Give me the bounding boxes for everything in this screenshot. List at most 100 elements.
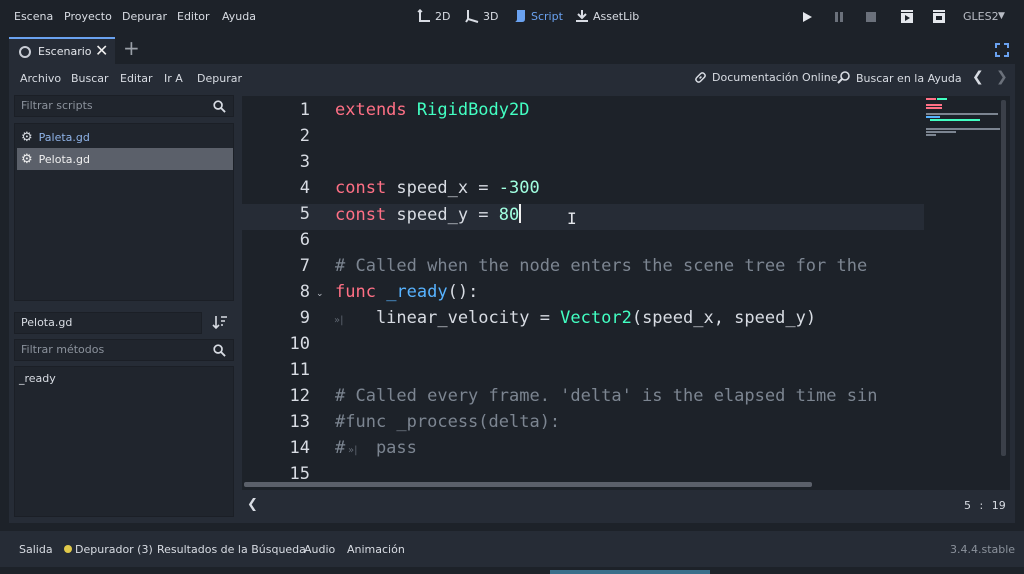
minimap[interactable] bbox=[924, 96, 1000, 156]
renderer-select[interactable]: GLES2 bbox=[963, 10, 999, 23]
chevron-down-icon[interactable]: ▼ bbox=[998, 11, 1005, 21]
play-scene-icon[interactable] bbox=[900, 10, 914, 24]
menu-escena[interactable]: Escena bbox=[14, 10, 53, 23]
workspace-3d-label: 3D bbox=[483, 9, 499, 23]
menu-depurar[interactable]: Depurar bbox=[122, 10, 167, 23]
code-editor[interactable]: 1 extends RigidBody2D 2 3 4 const speed_x = -… bbox=[242, 96, 1010, 490]
top-menu-bar: Escena Proyecto Depurar Editor Ayuda 2D … bbox=[0, 0, 1024, 34]
tab-audio[interactable]: Audio bbox=[304, 543, 335, 556]
bottom-panel: Salida Depurador (3) Resultados de la Bú… bbox=[0, 531, 1024, 567]
code-token: Vector2 bbox=[560, 308, 632, 328]
search-icon bbox=[213, 100, 226, 113]
menu-ayuda[interactable]: Ayuda bbox=[222, 10, 256, 23]
line-number: 5 bbox=[299, 204, 310, 224]
scene-tab-label: Escenario bbox=[38, 45, 92, 58]
code-token: # Called every frame. 'delta' is the ela… bbox=[335, 386, 878, 406]
code-token: (): bbox=[447, 282, 479, 302]
code-token: 80 bbox=[498, 205, 520, 225]
menu-archivo[interactable]: Archivo bbox=[20, 72, 61, 85]
line-number: 1 bbox=[299, 100, 310, 120]
horizontal-scrollbar[interactable] bbox=[244, 482, 812, 487]
cursor-line: 5 bbox=[964, 499, 971, 512]
menu-ir-a[interactable]: Ir A bbox=[164, 72, 183, 85]
code-token: #func _process(delta): bbox=[335, 412, 561, 432]
scene-tab[interactable]: Escenario ✕ bbox=[9, 37, 115, 64]
warning-dot-icon bbox=[64, 545, 72, 553]
line-number: 14 bbox=[289, 438, 310, 458]
fullscreen-icon[interactable] bbox=[995, 43, 1009, 57]
online-docs-button[interactable]: Documentación Online bbox=[694, 71, 838, 84]
search-help-label: Buscar en la Ayuda bbox=[856, 71, 962, 85]
workspace-script-label: Script bbox=[531, 9, 563, 23]
tab-animacion[interactable]: Animación bbox=[347, 543, 405, 556]
code-token: RigidBody2D bbox=[416, 100, 530, 120]
code-token: extends bbox=[335, 100, 417, 120]
workspace-assetlib-label: AssetLib bbox=[593, 9, 640, 23]
line-number: 4 bbox=[299, 178, 310, 198]
pause-icon[interactable] bbox=[832, 10, 846, 24]
mouse-ibeam-icon: I bbox=[567, 209, 577, 228]
workspace-assetlib-button[interactable]: AssetLib bbox=[575, 9, 639, 23]
workspace-3d-button[interactable]: 3D bbox=[465, 9, 498, 23]
method-filter-placeholder: Filtrar métodos bbox=[21, 343, 105, 356]
code-token: linear_velocity = bbox=[335, 308, 561, 328]
menu-proyecto[interactable]: Proyecto bbox=[64, 10, 112, 23]
tab-indent-icon: »| bbox=[348, 445, 358, 456]
code-line[interactable]: # Called when the node enters the scene … bbox=[335, 256, 867, 276]
script-item-label: Paleta.gd bbox=[38, 130, 90, 144]
cursor-separator: : bbox=[979, 499, 984, 512]
play-custom-scene-icon[interactable] bbox=[932, 10, 946, 24]
line-number: 7 bbox=[299, 256, 310, 276]
tab-indent-icon: »| bbox=[334, 315, 344, 326]
script-filter-placeholder: Filtrar scripts bbox=[21, 99, 93, 112]
tab-depurador[interactable]: Depurador (3) bbox=[75, 543, 153, 556]
line-number: 3 bbox=[299, 152, 310, 172]
download-icon bbox=[576, 10, 588, 22]
menu-buscar[interactable]: Buscar bbox=[71, 72, 109, 85]
stop-icon[interactable] bbox=[864, 10, 878, 24]
code-line[interactable]: const speed_x = -300 bbox=[335, 178, 540, 198]
line-number: 10 bbox=[289, 334, 310, 354]
line-number: 2 bbox=[299, 126, 310, 146]
add-tab-icon[interactable]: + bbox=[123, 36, 140, 60]
menu-editor[interactable]: Editor bbox=[177, 10, 210, 23]
search-help-button[interactable]: Buscar en la Ayuda bbox=[837, 71, 962, 85]
help-search-icon bbox=[837, 71, 850, 84]
script-filter-field[interactable]: Filtrar scripts bbox=[14, 95, 234, 117]
code-line[interactable]: const speed_y = 80 bbox=[335, 204, 522, 225]
workspace-script-button[interactable]: Script bbox=[513, 9, 563, 23]
code-token: const bbox=[335, 178, 387, 198]
code-line[interactable]: extends RigidBody2D bbox=[335, 100, 529, 120]
code-token: _ready bbox=[386, 282, 448, 302]
play-icon[interactable] bbox=[800, 10, 814, 24]
close-icon[interactable]: ✕ bbox=[95, 41, 108, 60]
line-number: 8 bbox=[299, 282, 310, 302]
code-line[interactable]: #func _process(delta): bbox=[335, 412, 560, 432]
vertical-scrollbar[interactable] bbox=[1001, 100, 1006, 456]
fold-arrow-icon[interactable]: ⌄ bbox=[316, 289, 324, 299]
current-script-label: Pelota.gd bbox=[21, 316, 73, 329]
history-forward-icon[interactable]: ❯ bbox=[996, 69, 1008, 85]
method-filter-field[interactable]: Filtrar métodos bbox=[14, 339, 234, 361]
search-icon bbox=[213, 344, 226, 357]
code-line[interactable]: func _ready(): bbox=[335, 282, 478, 302]
workspace-2d-button[interactable]: 2D bbox=[417, 9, 450, 23]
method-item-ready[interactable]: _ready bbox=[19, 372, 56, 385]
panel-resize-handle[interactable] bbox=[550, 570, 710, 574]
menu-editar[interactable]: Editar bbox=[120, 72, 153, 85]
text-caret bbox=[519, 204, 522, 223]
code-line[interactable]: linear_velocity = Vector2(speed_x, speed… bbox=[335, 308, 816, 328]
line-number: 15 bbox=[289, 464, 310, 484]
tab-salida[interactable]: Salida bbox=[19, 543, 53, 556]
history-back-icon[interactable]: ❮ bbox=[972, 69, 984, 85]
script-item-paleta[interactable]: ⚙ Paleta.gd bbox=[17, 126, 233, 148]
menu-depurar-script[interactable]: Depurar bbox=[197, 72, 242, 85]
tab-resultados-busqueda[interactable]: Resultados de la Búsqueda bbox=[157, 543, 306, 556]
gear-icon: ⚙ bbox=[21, 129, 33, 145]
toggle-scripts-panel-icon[interactable]: ❮ bbox=[247, 497, 258, 512]
code-line[interactable]: # Called every frame. 'delta' is the ela… bbox=[335, 386, 877, 406]
scene-node-icon bbox=[19, 46, 31, 58]
line-number: 13 bbox=[289, 412, 310, 432]
script-item-pelota[interactable]: ⚙ Pelota.gd bbox=[17, 148, 233, 170]
sort-icon[interactable] bbox=[212, 314, 228, 330]
